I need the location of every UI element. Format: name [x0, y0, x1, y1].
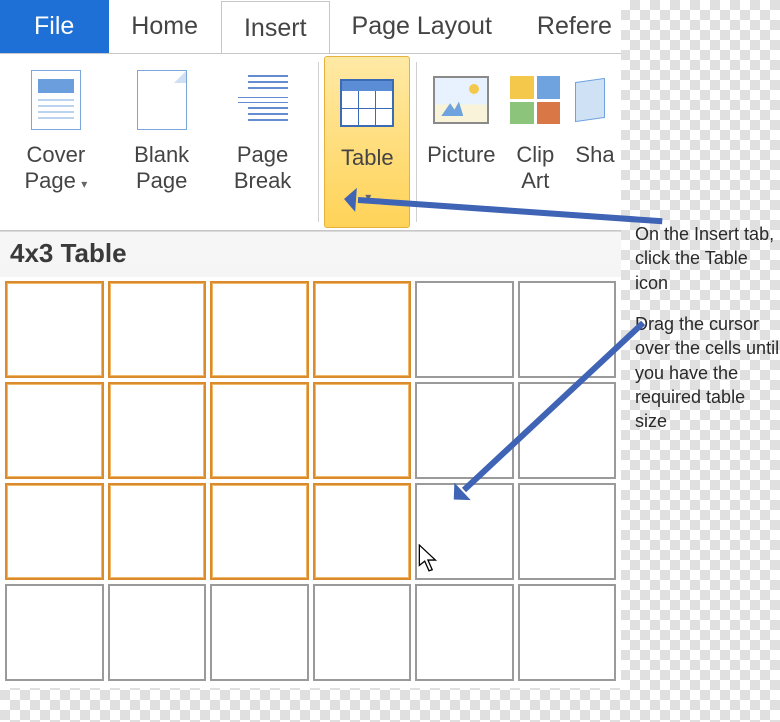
picker-cell[interactable] [415, 281, 514, 378]
picker-cell[interactable] [108, 483, 207, 580]
picker-cell[interactable] [210, 483, 309, 580]
picture-label: Picture [427, 142, 495, 168]
picker-cell[interactable] [5, 382, 104, 479]
picker-cell[interactable] [518, 584, 617, 681]
picker-title: 4x3 Table [0, 232, 621, 277]
shapes-icon [575, 76, 615, 124]
cover-page-icon [31, 70, 81, 130]
picker-cell[interactable] [210, 382, 309, 479]
picker-cell[interactable] [210, 281, 309, 378]
annotation-text: Drag the cursor over the cells until you… [635, 312, 780, 433]
picker-cell[interactable] [5, 483, 104, 580]
picture-icon [433, 76, 489, 124]
picker-cell[interactable] [313, 584, 412, 681]
blank-page-icon [137, 70, 187, 130]
clip-art-button[interactable]: Clip Art [502, 54, 569, 230]
annotation-text: On the Insert tab, click the Table icon [635, 222, 780, 295]
ribbon-divider [318, 62, 319, 222]
shapes-button[interactable]: Sha [569, 54, 621, 230]
tab-insert[interactable]: Insert [221, 1, 330, 54]
picker-cell[interactable] [108, 382, 207, 479]
tab-page-layout[interactable]: Page Layout [330, 0, 515, 53]
tab-file[interactable]: File [0, 0, 109, 53]
tab-references[interactable]: Refere [515, 0, 621, 53]
ribbon-tabs: File Home Insert Page Layout Refere [0, 0, 621, 54]
picker-cell[interactable] [415, 382, 514, 479]
table-label: Table [341, 145, 394, 170]
clip-art-icon [510, 76, 560, 124]
picker-cell[interactable] [5, 281, 104, 378]
word-insert-ribbon-panel: File Home Insert Page Layout Refere Cove… [0, 0, 621, 688]
picker-cell[interactable] [313, 281, 412, 378]
ribbon-divider [416, 62, 417, 222]
blank-page-label: Blank Page [118, 142, 206, 195]
picker-cell[interactable] [108, 584, 207, 681]
shapes-label: Sha [575, 142, 614, 168]
picker-cell[interactable] [108, 281, 207, 378]
ribbon-insert: Cover Page ▾ Blank Page Page Break Table… [0, 54, 621, 231]
page-break-icon [238, 75, 288, 125]
clip-art-label: Clip Art [508, 142, 563, 195]
cover-page-label: Cover Page [24, 142, 85, 193]
picker-cell[interactable] [5, 584, 104, 681]
chevron-down-icon: ▾ [78, 177, 87, 191]
picker-grid[interactable] [0, 277, 621, 688]
picker-cell[interactable] [313, 483, 412, 580]
tab-home[interactable]: Home [109, 0, 221, 53]
page-break-label: Page Break [218, 142, 308, 195]
picker-cell[interactable] [210, 584, 309, 681]
blank-page-button[interactable]: Blank Page [112, 54, 212, 230]
table-icon [340, 79, 394, 127]
picker-cell[interactable] [313, 382, 412, 479]
picker-cell[interactable] [415, 584, 514, 681]
page-break-button[interactable]: Page Break [212, 54, 314, 230]
cover-page-button[interactable]: Cover Page ▾ [0, 54, 112, 230]
picker-cell[interactable] [518, 483, 617, 580]
table-size-picker: 4x3 Table [0, 231, 621, 688]
